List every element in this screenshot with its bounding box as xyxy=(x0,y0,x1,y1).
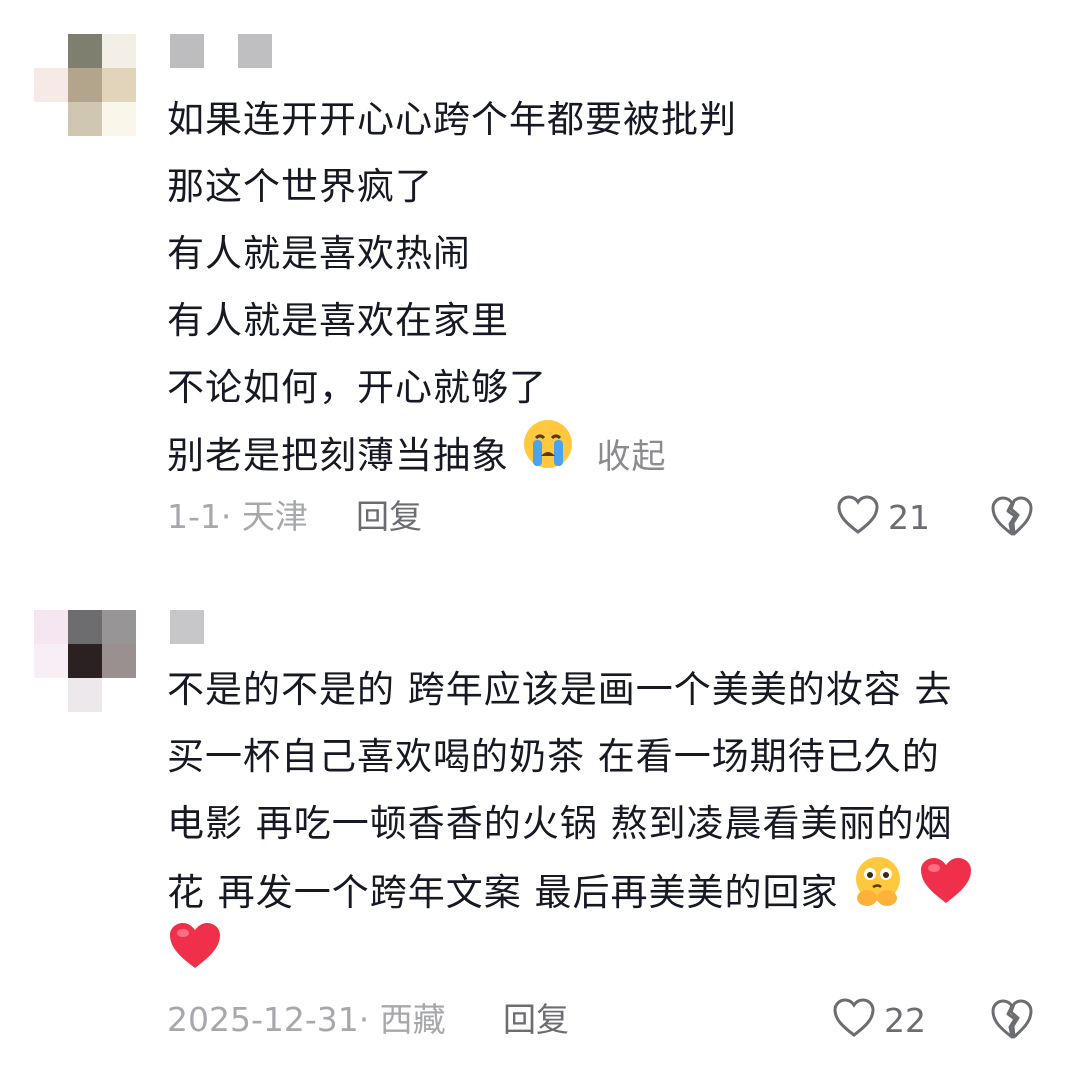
comment-line: 有人就是喜欢热闹 xyxy=(167,232,471,275)
thinking-face-icon xyxy=(851,854,905,929)
comment-line: 那这个世界疯了 xyxy=(167,165,433,208)
reply-button[interactable]: 回复 xyxy=(356,497,422,537)
username[interactable] xyxy=(170,34,290,68)
crying-face-icon xyxy=(522,418,574,491)
comment-text: 不是的不是的 跨年应该是画一个美美的妆容 去 买一杯自己喜欢喝的奶茶 在看一场期… xyxy=(167,656,974,991)
red-heart-icon xyxy=(918,856,974,927)
comment-line-last: 别老是把刻薄当抽象 收起 xyxy=(167,418,737,491)
comment-line: 电影 再吃一顿香香的火锅 熬到凌晨看美丽的烟 xyxy=(167,802,953,845)
comment-line: 不论如何，开心就够了 xyxy=(167,366,547,409)
comment-line-with-emoji: 花 再发一个跨年文案 最后再美美的回家 xyxy=(167,857,974,924)
comment-line-emoji-only xyxy=(167,921,974,992)
collapse-link[interactable]: 收起 xyxy=(597,437,667,477)
red-heart-icon xyxy=(167,921,223,992)
like-button[interactable]: 22 xyxy=(832,998,926,1042)
broken-heart-icon xyxy=(990,999,1034,1044)
username[interactable] xyxy=(170,610,290,644)
heart-outline-icon xyxy=(836,495,880,539)
heart-outline-icon xyxy=(832,998,876,1042)
comment-meta: 1-1· 天津 xyxy=(167,497,308,536)
comment-line: 有人就是喜欢在家里 xyxy=(167,299,509,342)
comment-line: 买一杯自己喜欢喝的奶茶 在看一场期待已久的 xyxy=(167,735,940,778)
comment-line: 如果连开开心心跨个年都要被批判 xyxy=(167,98,737,141)
like-count: 21 xyxy=(888,497,930,537)
comment-text: 如果连开开心心跨个年都要被批判 那这个世界疯了 有人就是喜欢热闹 有人就是喜欢在… xyxy=(167,86,737,488)
like-count: 22 xyxy=(884,1000,926,1040)
reply-button[interactable]: 回复 xyxy=(503,1000,569,1040)
avatar[interactable] xyxy=(34,34,136,136)
comment-line: 花 再发一个跨年文案 最后再美美的回家 xyxy=(167,871,839,914)
like-button[interactable]: 21 xyxy=(836,495,930,539)
dislike-button[interactable] xyxy=(990,998,1034,1042)
comment-line: 别老是把刻薄当抽象 xyxy=(167,434,509,477)
avatar[interactable] xyxy=(34,610,136,712)
dislike-button[interactable] xyxy=(990,495,1034,539)
broken-heart-icon xyxy=(990,496,1034,541)
comment-meta: 2025-12-31· 西藏 xyxy=(167,1000,446,1039)
comment-line: 不是的不是的 跨年应该是画一个美美的妆容 去 xyxy=(167,668,953,711)
